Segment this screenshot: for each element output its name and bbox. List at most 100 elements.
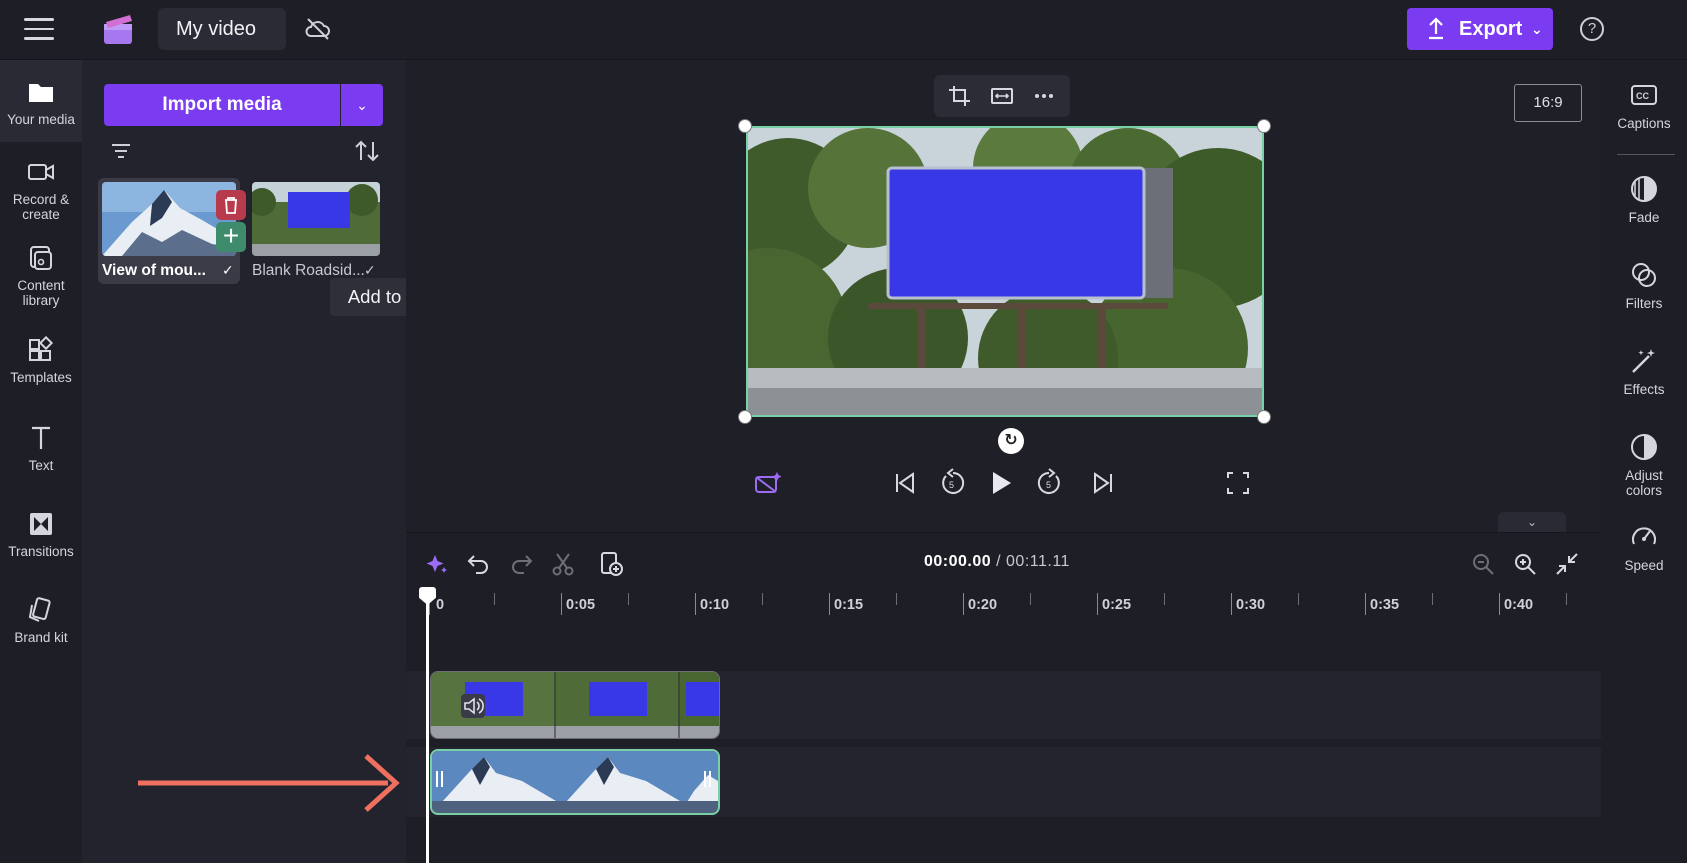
timeline-clip-billboard[interactable] [430, 671, 720, 739]
sidebar-item-brand-kit[interactable]: Brand kit [0, 596, 82, 645]
expand-timeline-button[interactable]: ⌄ [1498, 512, 1566, 532]
ruler-label: 0:25 [1102, 597, 1132, 613]
sidebar-item-your-media[interactable]: Your media [0, 60, 82, 142]
project-title[interactable]: My video [158, 8, 286, 50]
fit-icon[interactable] [990, 85, 1014, 107]
ruler-tick [1298, 593, 1299, 605]
chevron-down-icon: ⌄ [1526, 515, 1538, 529]
resize-handle-top-left[interactable] [738, 119, 752, 133]
sidebar-item-label: Transitions [8, 544, 74, 559]
sidebar-item-speed[interactable]: Speed [1601, 522, 1687, 573]
rotate-icon[interactable]: ↻ [998, 428, 1024, 454]
skip-to-start-icon[interactable] [892, 468, 918, 498]
ruler-tick [1365, 593, 1366, 615]
ruler-tick [1030, 593, 1031, 605]
redo-icon[interactable] [508, 551, 534, 577]
sidebar-item-filters[interactable]: Filters [1601, 260, 1687, 311]
sidebar-item-label: Text [28, 458, 54, 473]
ruler-tick [561, 593, 562, 615]
divider [1617, 154, 1675, 155]
undo-icon[interactable] [466, 551, 492, 577]
media-item[interactable]: + View of mou... ✓ [98, 178, 246, 284]
import-dropdown-button[interactable]: ⌄ [341, 84, 383, 126]
export-button[interactable]: Export ⌄ [1407, 8, 1553, 50]
speed-icon [1632, 527, 1656, 545]
app-logo-icon [104, 15, 132, 44]
filters-icon [1632, 263, 1656, 287]
templates-icon [29, 336, 54, 361]
video-preview-canvas[interactable] [746, 126, 1264, 417]
sidebar-item-captions[interactable]: CC Captions [1601, 80, 1687, 131]
magic-sparkle-icon[interactable] [424, 551, 450, 577]
ruler-label: 0:35 [1370, 597, 1400, 613]
text-icon [32, 426, 50, 449]
billboard-thumbnail [252, 182, 380, 256]
ruler-tick [1164, 593, 1165, 605]
sidebar-item-label: Templates [10, 370, 72, 385]
sidebar-item-transitions[interactable]: Transitions [0, 510, 82, 559]
trim-handle-left[interactable] [436, 771, 446, 793]
fullscreen-icon[interactable] [1226, 468, 1250, 498]
scissors-icon[interactable] [550, 551, 576, 577]
fit-timeline-icon[interactable] [1554, 551, 1580, 577]
clipchamp-editor: My video Export ⌄ ? Your media Record & … [0, 0, 1687, 863]
delete-button[interactable] [216, 190, 246, 220]
ruler-tick [762, 593, 763, 605]
sidebar-item-record-create[interactable]: Record & create [0, 158, 82, 222]
more-options-icon[interactable] [1032, 85, 1056, 107]
current-time: 00:00.00 [924, 553, 992, 570]
add-to-timeline-button[interactable]: + [216, 222, 246, 252]
trim-handle-right[interactable] [704, 771, 714, 793]
timecode: 00:00.00 / 00:11.11 [924, 553, 1070, 571]
sidebar-item-fade[interactable]: Fade [1601, 174, 1687, 225]
sidebar-item-label: Adjust colors [1625, 468, 1663, 498]
cloud-offline-icon[interactable] [304, 16, 332, 42]
play-icon[interactable] [986, 468, 1016, 498]
media-item-label: View of mou... [102, 262, 206, 279]
ruler-label: 0:40 [1504, 597, 1534, 613]
sidebar-item-effects[interactable]: Effects [1601, 346, 1687, 397]
svg-text:5: 5 [949, 480, 954, 490]
zoom-out-icon[interactable] [1470, 551, 1496, 577]
resize-handle-bottom-left[interactable] [738, 410, 752, 424]
ruler-tick [829, 593, 830, 615]
volume-glyph [464, 697, 484, 715]
sidebar-item-label: Brand kit [14, 630, 68, 645]
check-icon: ✓ [222, 262, 234, 278]
hamburger-menu-icon[interactable] [24, 18, 54, 40]
sidebar-item-templates[interactable]: Templates [0, 336, 82, 385]
sidebar-item-content-library[interactable]: Content library [0, 244, 82, 308]
import-media-button[interactable]: Import media [104, 84, 340, 126]
skip-to-end-icon[interactable] [1090, 468, 1116, 498]
ruler-label: 0:20 [968, 597, 998, 613]
crop-icon[interactable] [948, 85, 972, 107]
zoom-in-icon[interactable] [1512, 551, 1538, 577]
chevron-down-icon: ⌄ [356, 97, 368, 113]
rewind-5-icon[interactable]: 5 [938, 468, 968, 498]
speaker-icon[interactable] [461, 694, 485, 718]
right-sidebar: CC Captions Fade Filters Effects Adjust … [1601, 60, 1687, 863]
ruler-tick [695, 593, 696, 615]
sort-icon[interactable] [354, 139, 380, 163]
help-icon[interactable]: ? [1580, 17, 1604, 41]
svg-text:CC: CC [1636, 91, 1649, 101]
resize-handle-bottom-right[interactable] [1257, 410, 1271, 424]
playhead[interactable] [426, 589, 429, 863]
sidebar-item-label: Your media [7, 112, 75, 127]
sidebar-item-text[interactable]: Text [0, 424, 82, 473]
aspect-ratio-button[interactable]: 16:9 [1514, 84, 1582, 122]
timeline-ruler[interactable]: 0 0:05 0:10 0:15 0:20 0:25 0:30 0:35 0:4 [406, 589, 1601, 627]
transitions-icon [30, 513, 52, 535]
ai-camera-icon[interactable] [753, 468, 783, 498]
timeline-panel: 00:00.00 / 00:11.11 0 0:05 0:10 0:15 0:2… [406, 532, 1601, 863]
resize-handle-top-right[interactable] [1257, 119, 1271, 133]
upload-icon [1429, 17, 1443, 40]
sidebar-item-adjust-colors[interactable]: Adjust colors [1601, 432, 1687, 498]
check-icon: ✓ [364, 262, 376, 278]
media-item[interactable]: Blank Roadsid... ✓ [248, 178, 388, 284]
filter-icon[interactable] [110, 142, 132, 160]
ruler-tick [1231, 593, 1232, 615]
timeline-clip-mountain[interactable] [430, 749, 720, 815]
forward-5-icon[interactable]: 5 [1034, 468, 1064, 498]
add-media-icon[interactable] [598, 551, 624, 577]
